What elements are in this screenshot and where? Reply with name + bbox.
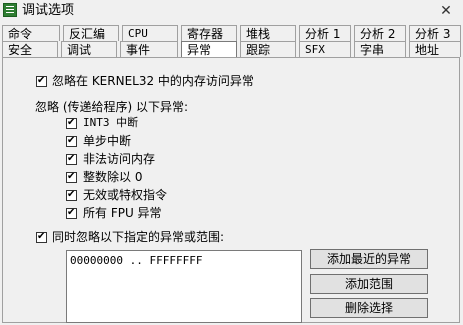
tab-trace[interactable]: 跟踪 <box>240 41 296 57</box>
add-recent-exception-button[interactable]: 添加最近的异常 <box>310 249 428 269</box>
tab-security[interactable]: 安全 <box>2 41 58 57</box>
tab-stack[interactable]: 堆栈 <box>240 25 296 41</box>
title-bar: 调试选项 ✕ <box>0 0 463 22</box>
tab-debug[interactable]: 调试 <box>61 41 117 57</box>
single-step-checkbox[interactable] <box>66 134 77 148</box>
fpu-exceptions-checkbox[interactable] <box>66 206 77 220</box>
exception-range-list[interactable]: 00000000 .. FFFFFFFF <box>66 250 302 323</box>
divide-by-zero-label: 整数除以 0 <box>83 170 143 184</box>
fpu-exceptions-label: 所有 FPU 异常 <box>83 206 162 220</box>
delete-selection-button[interactable]: 删除选择 <box>310 298 428 318</box>
tab-disassembly[interactable]: 反汇编 <box>63 25 119 41</box>
close-icon[interactable]: ✕ <box>435 2 457 20</box>
single-step-label: 单步中断 <box>83 134 132 148</box>
divide-by-zero-checkbox[interactable] <box>66 170 77 184</box>
tab-analysis-2[interactable]: 分析 2 <box>354 25 406 41</box>
tab-analysis-1[interactable]: 分析 1 <box>299 25 351 41</box>
tab-sfx[interactable]: SFX <box>299 41 351 57</box>
list-item[interactable]: 00000000 .. FFFFFFFF <box>70 254 202 267</box>
ignore-kernel32-checkbox[interactable] <box>36 74 47 88</box>
tab-events[interactable]: 事件 <box>120 41 178 57</box>
tab-strings[interactable]: 字串 <box>354 41 406 57</box>
tab-exceptions[interactable]: 异常 <box>181 41 237 58</box>
list-icon <box>3 3 17 17</box>
int3-checkbox[interactable] <box>66 116 77 130</box>
tab-addresses[interactable]: 地址 <box>409 41 461 57</box>
ignore-ranges-checkbox[interactable] <box>36 230 47 244</box>
tab-registers[interactable]: 寄存器 <box>181 25 237 41</box>
tab-commands[interactable]: 命令 <box>2 25 60 41</box>
pass-to-program-label: 忽略 (传递给程序) 以下异常: <box>35 100 189 114</box>
ignore-ranges-label: 同时忽略以下指定的异常或范围: <box>52 230 225 244</box>
tab-cpu[interactable]: CPU <box>122 25 178 41</box>
invalid-instruction-label: 无效或特权指令 <box>83 188 168 202</box>
int3-label: INT3 中断 <box>83 116 139 129</box>
window-title: 调试选项 <box>22 3 75 18</box>
illegal-access-label: 非法访问内存 <box>83 152 156 166</box>
illegal-access-checkbox[interactable] <box>66 152 77 166</box>
add-range-button[interactable]: 添加范围 <box>310 274 428 294</box>
invalid-instruction-checkbox[interactable] <box>66 188 77 202</box>
ignore-kernel32-label: 忽略在 KERNEL32 中的内存访问异常 <box>52 74 254 88</box>
tab-analysis-3[interactable]: 分析 3 <box>409 25 461 41</box>
